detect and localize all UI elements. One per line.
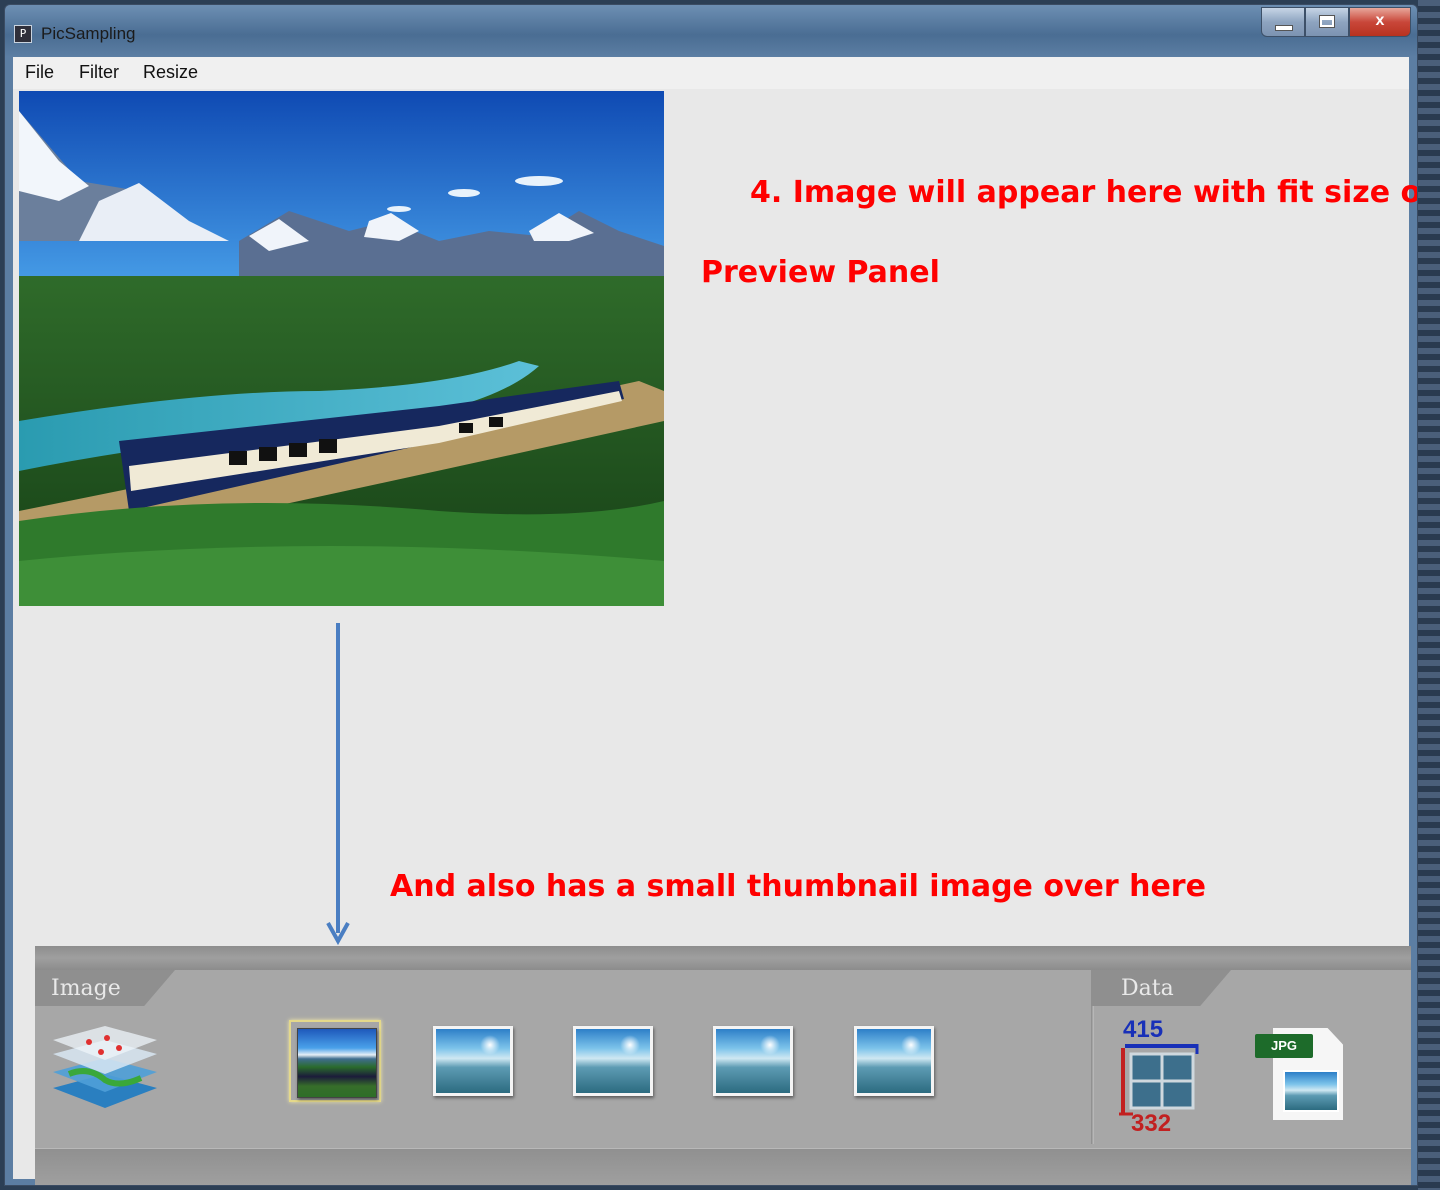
preview-scene bbox=[19, 91, 664, 606]
data-tab-label: Data bbox=[1121, 976, 1174, 1001]
annotation-arrow bbox=[326, 623, 350, 946]
image-dimensions-icon[interactable] bbox=[1119, 1044, 1201, 1116]
annotation-line-1: 4. Image will appear here with fit size … bbox=[750, 175, 1418, 210]
thumbnail-image bbox=[297, 1028, 377, 1098]
image-placeholder-icon bbox=[433, 1026, 513, 1096]
desktop-background bbox=[1418, 0, 1440, 1190]
window-title: PicSampling bbox=[41, 24, 136, 43]
image-height-value: 332 bbox=[1131, 1110, 1172, 1137]
maximize-icon bbox=[1319, 15, 1335, 28]
layers-map-icon[interactable] bbox=[49, 1022, 161, 1112]
file-type-badge: JPG bbox=[1255, 1034, 1313, 1058]
image-placeholder-icon bbox=[573, 1026, 653, 1096]
panel-footer bbox=[35, 1148, 1411, 1185]
window-controls: x bbox=[1261, 7, 1411, 37]
menu-resize[interactable]: Resize bbox=[143, 62, 198, 83]
client-area: File Filter Resize 4. Image will appear … bbox=[13, 57, 1417, 1185]
preview-image bbox=[19, 91, 664, 606]
jpg-file-icon[interactable]: JPG bbox=[1255, 1028, 1347, 1124]
thumbnail-placeholder[interactable] bbox=[848, 1020, 940, 1102]
panel-divider bbox=[1091, 1006, 1094, 1144]
annotation-line-2: Preview Panel bbox=[701, 255, 940, 290]
minimize-button[interactable] bbox=[1261, 7, 1305, 37]
thumbnail-selected[interactable] bbox=[289, 1020, 381, 1102]
maximize-button[interactable] bbox=[1305, 7, 1349, 37]
thumbnail-panel: Image Data 415 332 JPG bbox=[35, 946, 1411, 1185]
file-preview-icon bbox=[1283, 1070, 1339, 1112]
image-placeholder-icon bbox=[713, 1026, 793, 1096]
menu-filter[interactable]: Filter bbox=[79, 62, 119, 83]
annotation-line-3: And also has a small thumbnail image ove… bbox=[390, 869, 1206, 904]
menu-bar: File Filter Resize bbox=[13, 57, 1409, 89]
minimize-icon bbox=[1275, 25, 1293, 31]
close-button[interactable]: x bbox=[1349, 7, 1411, 37]
thumbnail-placeholder[interactable] bbox=[427, 1020, 519, 1102]
menu-file[interactable]: File bbox=[25, 62, 54, 83]
thumbnail-placeholder[interactable] bbox=[707, 1020, 799, 1102]
app-icon: P bbox=[14, 25, 32, 43]
panel-top-band bbox=[35, 946, 1411, 970]
close-icon: x bbox=[1375, 12, 1385, 29]
image-tab-label: Image bbox=[51, 976, 121, 1001]
image-width-value: 415 bbox=[1123, 1016, 1164, 1043]
title-bar[interactable]: P PicSampling x bbox=[5, 5, 1417, 57]
thumbnail-placeholder[interactable] bbox=[567, 1020, 659, 1102]
app-window: P PicSampling x File Filter Resize 4. Im… bbox=[4, 4, 1418, 1186]
image-placeholder-icon bbox=[854, 1026, 934, 1096]
